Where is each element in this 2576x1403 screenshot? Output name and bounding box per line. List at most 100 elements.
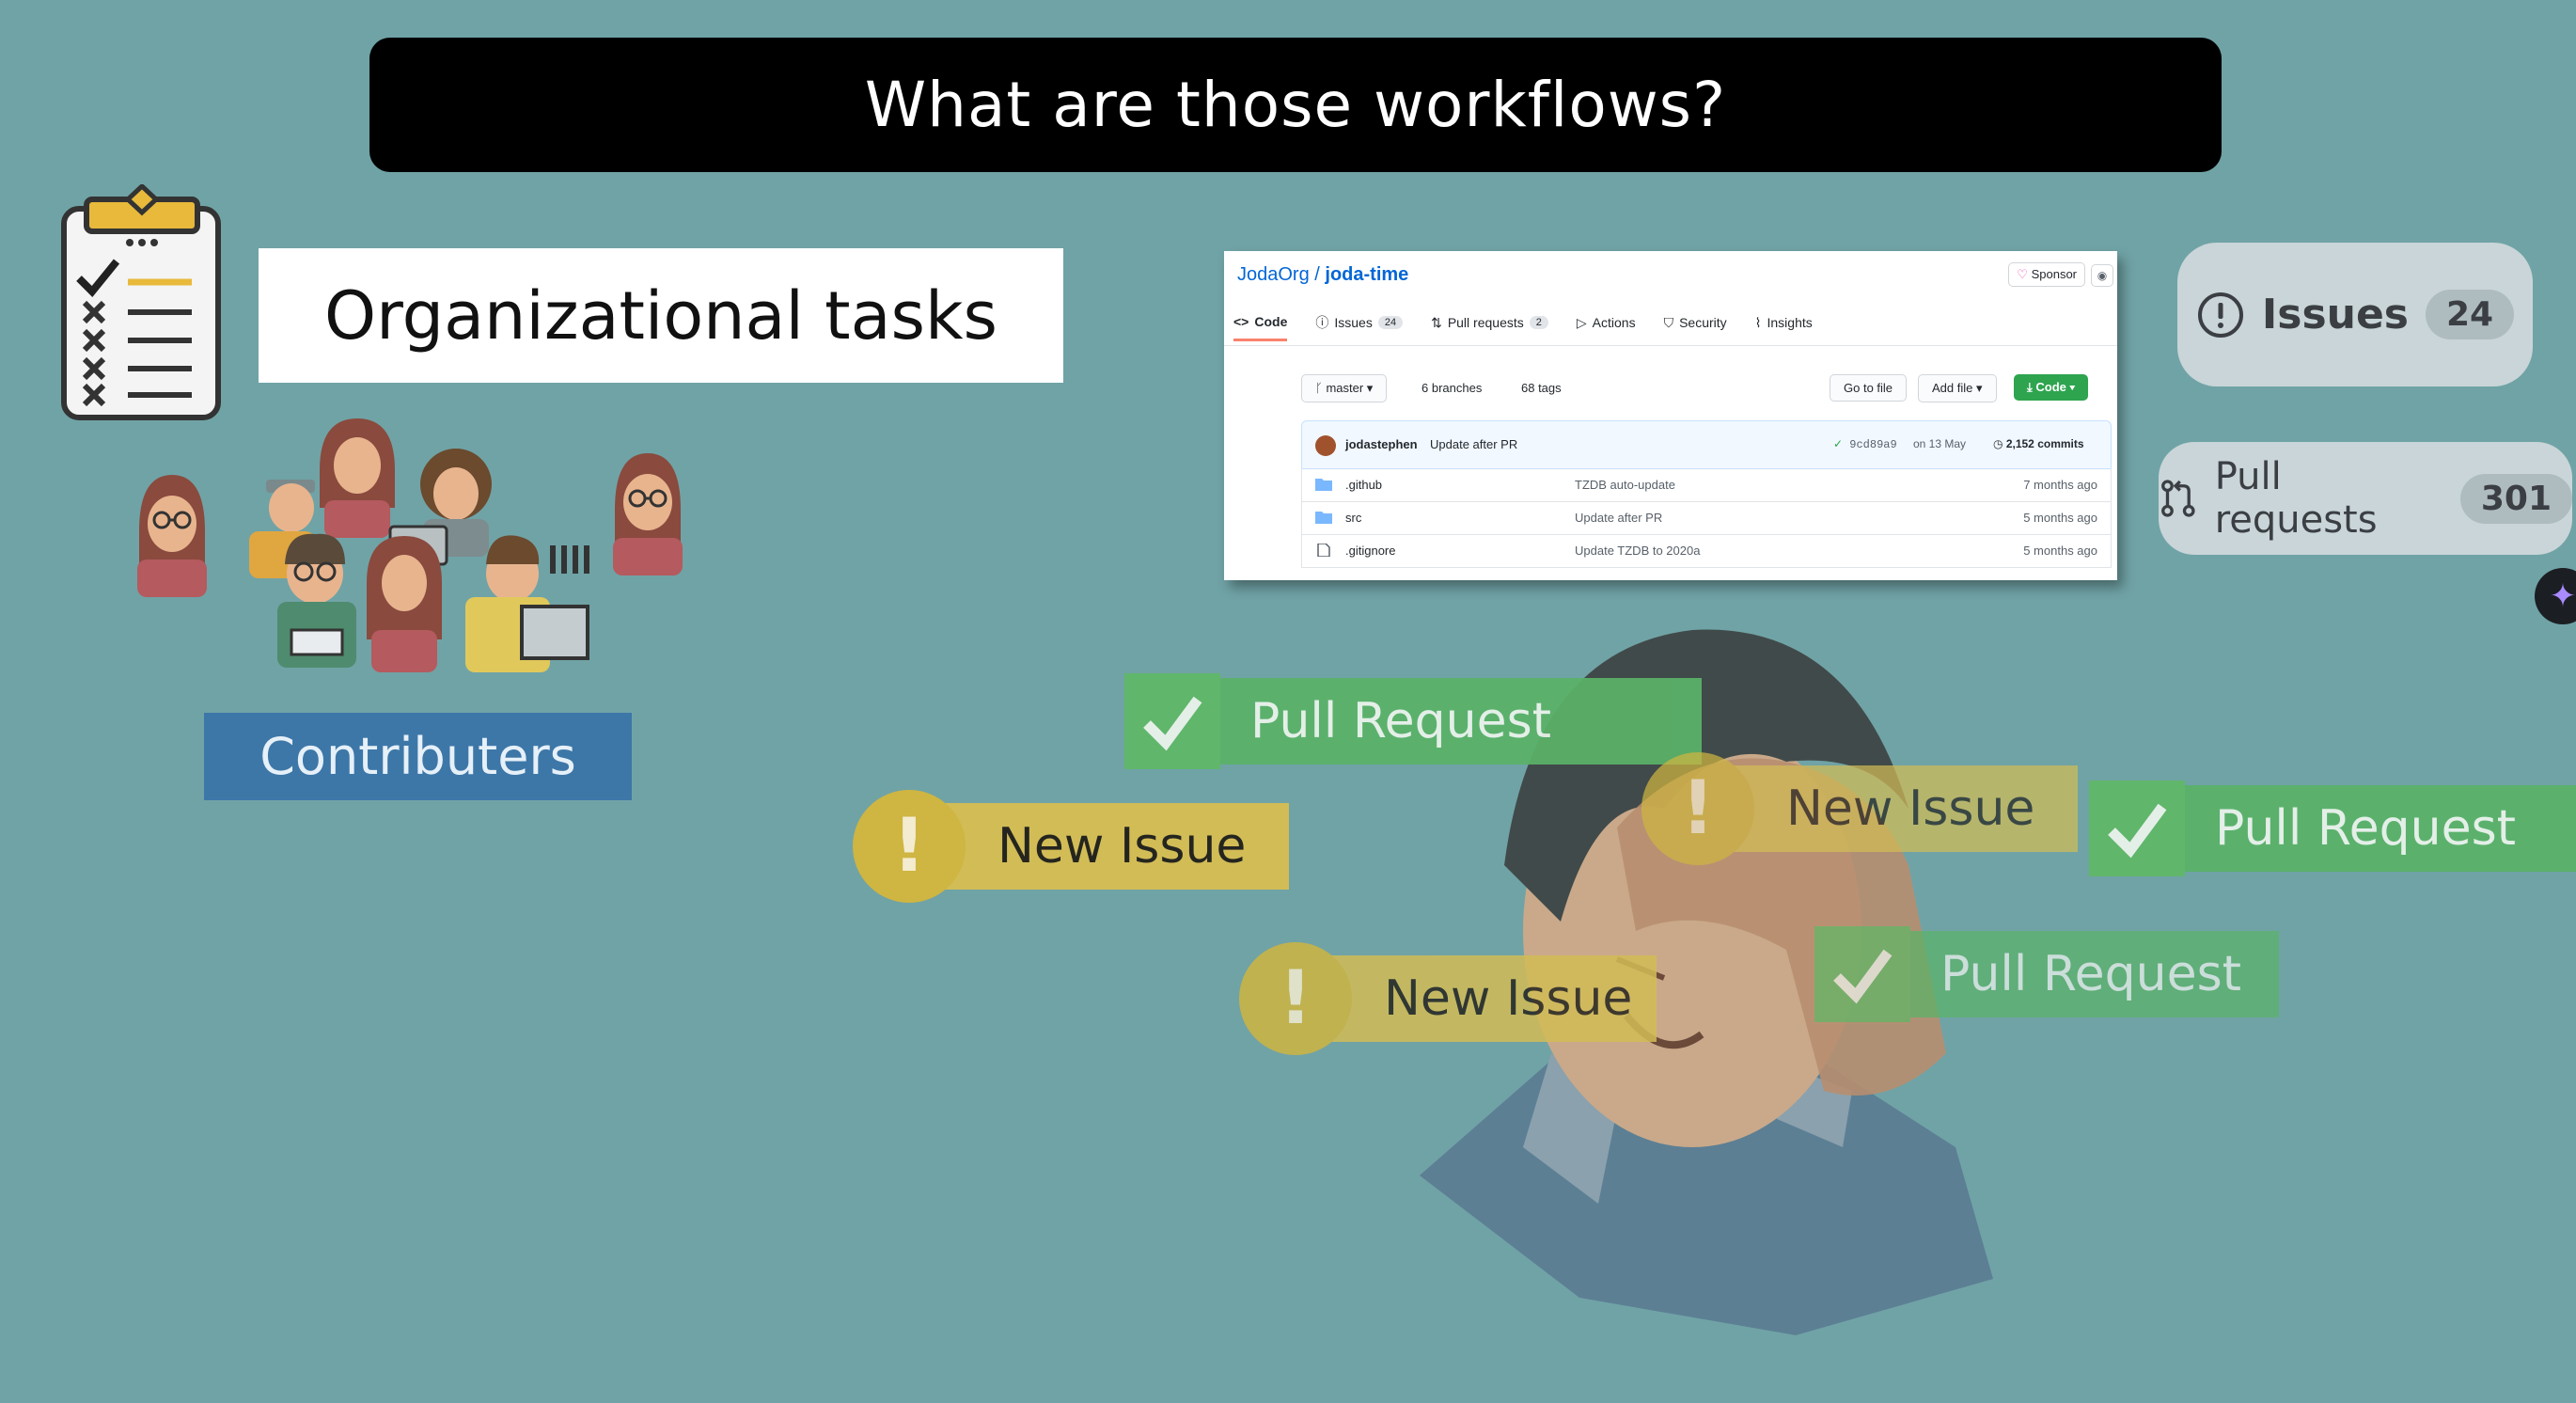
file-name[interactable]: .gitignore <box>1345 544 1395 558</box>
tab-label: Security <box>1679 315 1727 330</box>
branches-link[interactable]: 6 branches <box>1422 381 1482 395</box>
download-icon: ⤓ <box>2027 380 2033 394</box>
file-name[interactable]: .github <box>1345 478 1382 492</box>
pull-request-label: Pull Request <box>1124 673 1702 769</box>
commit-date: on 13 May <box>1913 437 1967 450</box>
file-age: 7 months ago <box>2023 478 2097 492</box>
tab-code[interactable]: <> Code <box>1233 313 1288 341</box>
commit-message[interactable]: Update after PR <box>1430 437 1517 451</box>
commits-link[interactable]: ◷ 2,152 commits <box>1993 437 2084 450</box>
check-icon <box>1814 926 1910 1022</box>
pull-request-text: Pull Request <box>2185 785 2576 872</box>
issues-count: 24 <box>1377 316 1404 329</box>
pull-requests-badge: Pull requests 301 <box>2159 442 2572 555</box>
file-row[interactable]: src Update after PR 5 months ago <box>1301 501 2112 535</box>
pull-request-text: Pull Request <box>1220 678 1702 765</box>
pull-request-label: Pull Request <box>1814 926 2279 1022</box>
issue-icon <box>2197 292 2243 338</box>
add-file-label: Add file <box>1932 381 1973 395</box>
branch-selector[interactable]: ᚴ master ▾ <box>1301 374 1388 402</box>
check-icon: ✓ <box>1833 438 1844 451</box>
tab-label: Pull requests <box>1447 315 1524 330</box>
go-to-file-button[interactable]: Go to file <box>1830 374 1908 402</box>
tags-link[interactable]: 68 tags <box>1521 381 1562 395</box>
tab-security[interactable]: ⛉ Security <box>1664 313 1727 341</box>
new-issue-text: New Issue <box>1734 765 2078 852</box>
file-name[interactable]: src <box>1345 511 1361 525</box>
new-issue-text: New Issue <box>945 803 1289 890</box>
file-icon <box>1317 544 1330 557</box>
tab-divider <box>1224 345 2117 346</box>
issue-icon: ⓘ <box>1315 315 1329 330</box>
shield-icon: ⛉ <box>1663 314 1674 330</box>
file-row[interactable]: .gitignore Update TZDB to 2020a 5 months… <box>1301 534 2112 568</box>
title-bar: What are those workflows? <box>369 38 2222 172</box>
exclamation-icon: ! <box>1641 752 1754 865</box>
contributors-box: Contributers <box>204 713 632 800</box>
file-commit-message[interactable]: TZDB auto-update <box>1575 478 1675 492</box>
tab-issues[interactable]: ⓘ Issues 24 <box>1315 313 1404 341</box>
file-commit-message[interactable]: Update TZDB to 2020a <box>1575 544 1700 558</box>
history-icon: ◷ <box>1993 437 2003 450</box>
check-icon <box>1124 673 1220 769</box>
tab-actions[interactable]: ▷ Actions <box>1577 313 1636 341</box>
tab-insights[interactable]: ⌇ Insights <box>1755 313 1813 341</box>
repo-name-link[interactable]: joda-time <box>1325 264 1408 285</box>
play-icon: ▷ <box>1576 314 1587 330</box>
tab-label: Insights <box>1767 315 1813 330</box>
watch-icon[interactable]: ◉ <box>2091 264 2113 287</box>
latest-commit-bar: jodastephen Update after PR ✓ 9cd89a9 on… <box>1301 420 2112 469</box>
repo-owner-link[interactable]: JodaOrg <box>1237 264 1310 285</box>
pull-requests-count: 2 <box>1529 316 1548 329</box>
commit-sha[interactable]: ✓ 9cd89a9 <box>1833 437 1897 451</box>
add-file-button[interactable]: Add file ▾ <box>1918 374 1997 402</box>
folder-icon <box>1315 479 1332 491</box>
chevron-down-icon: ▾ <box>1366 381 1374 395</box>
tab-label: Actions <box>1592 315 1636 330</box>
tab-pull-requests[interactable]: ⇅ Pull requests 2 <box>1431 313 1548 341</box>
person-icon <box>137 475 207 597</box>
check-icon <box>2089 780 2185 876</box>
heart-icon: ♡ <box>2017 267 2028 281</box>
sponsor-label: Sponsor <box>2031 267 2077 281</box>
code-download-button[interactable]: ⤓ Code ▾ <box>2014 374 2088 401</box>
page-title: What are those workflows? <box>864 69 1727 141</box>
issues-badge-label: Issues <box>2261 291 2409 339</box>
contributors-group-icon <box>249 418 589 672</box>
clipboard-checklist-icon <box>61 184 221 420</box>
chevron-down-icon: ▾ <box>1976 381 1983 395</box>
commit-author[interactable]: jodastephen <box>1345 437 1418 451</box>
tab-label: Issues <box>1334 315 1373 330</box>
file-commit-message[interactable]: Update after PR <box>1575 511 1662 525</box>
repo-breadcrumb[interactable]: JodaOrg / joda-time <box>1237 264 1408 286</box>
new-issue-label: ! New Issue <box>1239 942 1657 1055</box>
commits-count: 2,152 commits <box>2005 437 2084 450</box>
sparkle-icon[interactable]: ✦ <box>2535 568 2576 624</box>
chevron-down-icon: ▾ <box>2069 380 2075 394</box>
issues-badge: Issues 24 <box>2177 243 2533 386</box>
pull-request-text: Pull Request <box>1910 931 2279 1017</box>
avatar[interactable] <box>1315 435 1336 456</box>
graph-icon: ⌇ <box>1754 314 1762 330</box>
new-issue-text: New Issue <box>1331 955 1657 1042</box>
file-row[interactable]: .github TZDB auto-update 7 months ago <box>1301 468 2112 502</box>
exclamation-icon: ! <box>1239 942 1352 1055</box>
branch-icon: ᚴ <box>1315 381 1323 395</box>
commit-sha-text: 9cd89a9 <box>1849 438 1897 451</box>
file-age: 5 months ago <box>2023 544 2097 558</box>
repo-tabs: <> Code ⓘ Issues 24 ⇅ Pull requests 2 ▷ … <box>1233 313 1841 341</box>
contributors-label: Contributers <box>259 727 576 786</box>
new-issue-label: ! New Issue <box>1641 752 2078 865</box>
pull-request-icon: ⇅ <box>1431 314 1442 330</box>
folder-icon <box>1315 512 1332 524</box>
issues-badge-count: 24 <box>2426 290 2515 339</box>
pull-request-icon <box>2161 480 2195 517</box>
person-icon <box>613 453 683 575</box>
tab-label: Code <box>1254 313 1288 329</box>
code-icon: <> <box>1233 313 1249 329</box>
sponsor-button[interactable]: ♡ Sponsor <box>2008 262 2085 287</box>
repo-separator: / <box>1314 264 1320 285</box>
branch-name: master <box>1326 381 1364 395</box>
file-age: 5 months ago <box>2023 511 2097 525</box>
pull-request-label: Pull Request <box>2089 780 2576 876</box>
